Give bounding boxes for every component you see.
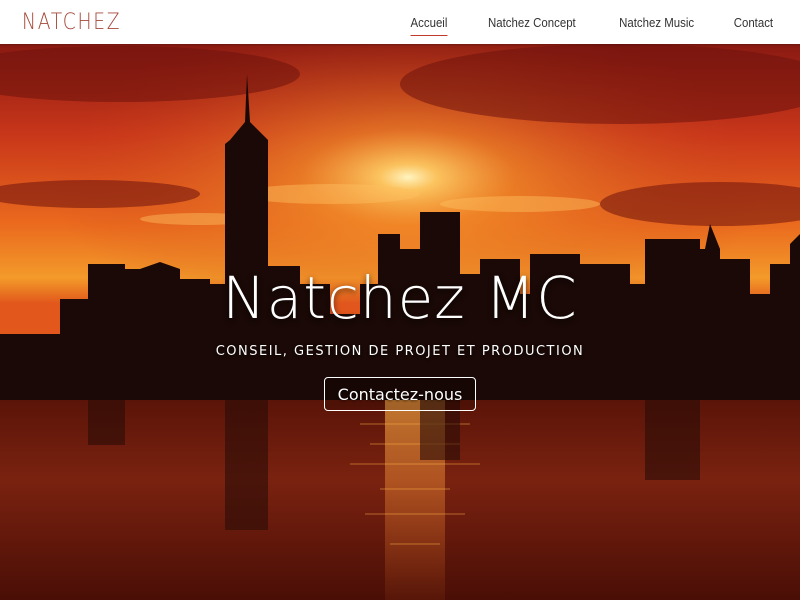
hero-subtitle: CONSEIL, GESTION DE PROJET ET PRODUCTION	[215, 344, 585, 359]
nav-item-natchez-concept[interactable]: Natchez Concept	[488, 11, 576, 34]
nav-item-contact[interactable]: Contact	[734, 11, 773, 34]
nav-item-accueil[interactable]: Accueil	[410, 11, 448, 36]
top-navbar: NATCHEZ Accueil Natchez Concept Natchez …	[0, 0, 800, 44]
brand-logo-text: NATCHEZ	[22, 9, 122, 35]
nav-menu: Accueil Natchez Concept Natchez Music Co…	[376, 0, 776, 44]
contact-us-button[interactable]: Contactez-nous	[324, 377, 476, 411]
nav-item-natchez-music[interactable]: Natchez Music	[619, 11, 694, 34]
hero-section: Natchez MC CONSEIL, GESTION DE PROJET ET…	[0, 44, 800, 600]
brand-logo[interactable]: NATCHEZ	[22, 8, 139, 36]
hero-title: Natchez MC	[222, 264, 578, 332]
